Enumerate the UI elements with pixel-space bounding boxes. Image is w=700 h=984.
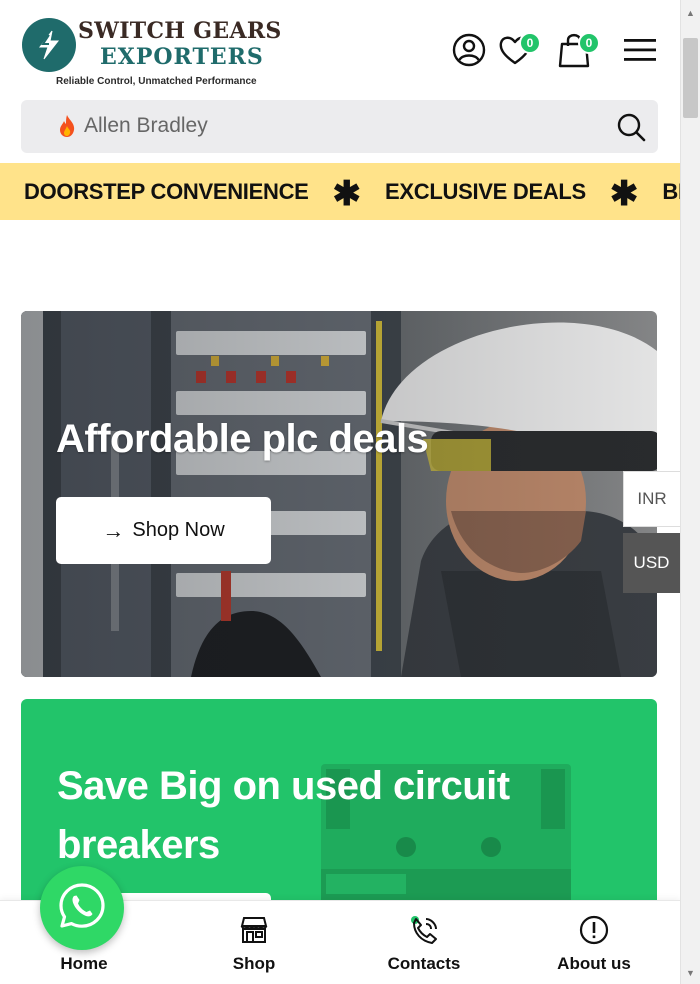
nav-contacts[interactable]: Contacts (354, 901, 494, 984)
hero-banner-plc[interactable]: Affordable plc deals → Shop Now (21, 311, 657, 677)
account-button[interactable] (451, 33, 487, 72)
nav-shop[interactable]: Shop (184, 901, 324, 984)
currency-usd-button[interactable]: USD (623, 533, 680, 593)
shop-now-label: Shop Now (132, 519, 225, 541)
nav-about[interactable]: About us (524, 901, 664, 984)
user-circle-icon (452, 33, 486, 72)
hero-title: Affordable plc deals (56, 417, 429, 461)
marquee-item: EXCLUSIVE DEALS (385, 178, 586, 204)
wishlist-count-badge: 0 (519, 32, 541, 54)
marquee-item: DOORSTEP CONVENIENCE (24, 178, 309, 204)
marquee-item: BEST (662, 178, 680, 204)
logo-line-2: EXPORTERS (100, 44, 264, 70)
info-icon (576, 913, 612, 947)
promo-marquee: DOORSTEP CONVENIENCE ✱ EXCLUSIVE DEALS ✱… (0, 163, 680, 220)
cart-button[interactable]: 0 (556, 32, 600, 70)
lightning-logo-icon (22, 18, 76, 72)
hamburger-menu-icon (623, 37, 657, 68)
whatsapp-icon (57, 881, 107, 936)
scroll-thumb[interactable] (683, 38, 698, 118)
asterisk-icon: ✱ (609, 174, 639, 213)
phone-icon (406, 913, 442, 947)
logo-line-1: SWITCH GEARS (78, 18, 282, 44)
scroll-down-arrow-icon[interactable]: ▼ (686, 968, 695, 978)
store-icon (236, 913, 272, 947)
wishlist-button[interactable]: 0 (497, 32, 541, 70)
page: SWITCH GEARS EXPORTERS Reliable Control,… (0, 0, 700, 984)
marquee-track: DOORSTEP CONVENIENCE ✱ EXCLUSIVE DEALS ✱… (24, 163, 680, 220)
nav-home-label: Home (60, 954, 108, 973)
site-header: SWITCH GEARS EXPORTERS Reliable Control,… (0, 0, 680, 98)
logo-tagline: Reliable Control, Unmatched Performance (56, 76, 257, 87)
hero-overlay (21, 311, 657, 677)
currency-inr-button[interactable]: INR (623, 471, 680, 527)
asterisk-icon: ✱ (332, 174, 362, 213)
search-icon[interactable] (614, 110, 648, 144)
nav-contacts-label: Contacts (387, 954, 461, 973)
flame-icon (57, 114, 77, 143)
search-bar[interactable]: Allen Bradley (21, 100, 658, 153)
shop-now-button[interactable]: → Shop Now (56, 497, 271, 564)
menu-button[interactable] (622, 34, 658, 70)
cart-count-badge: 0 (578, 32, 600, 54)
search-input[interactable]: Allen Bradley (84, 114, 208, 138)
whatsapp-button[interactable] (40, 866, 124, 950)
arrow-right-icon: → (102, 517, 125, 543)
nav-shop-label: Shop (232, 954, 276, 973)
nav-about-label: About us (557, 954, 631, 973)
page-scrollbar[interactable]: ▲ ▼ (680, 0, 700, 984)
scroll-up-arrow-icon[interactable]: ▲ (686, 8, 695, 18)
hero-title: Save Big on used circuit breakers (57, 764, 510, 867)
site-logo[interactable]: SWITCH GEARS EXPORTERS Reliable Control,… (20, 14, 282, 90)
